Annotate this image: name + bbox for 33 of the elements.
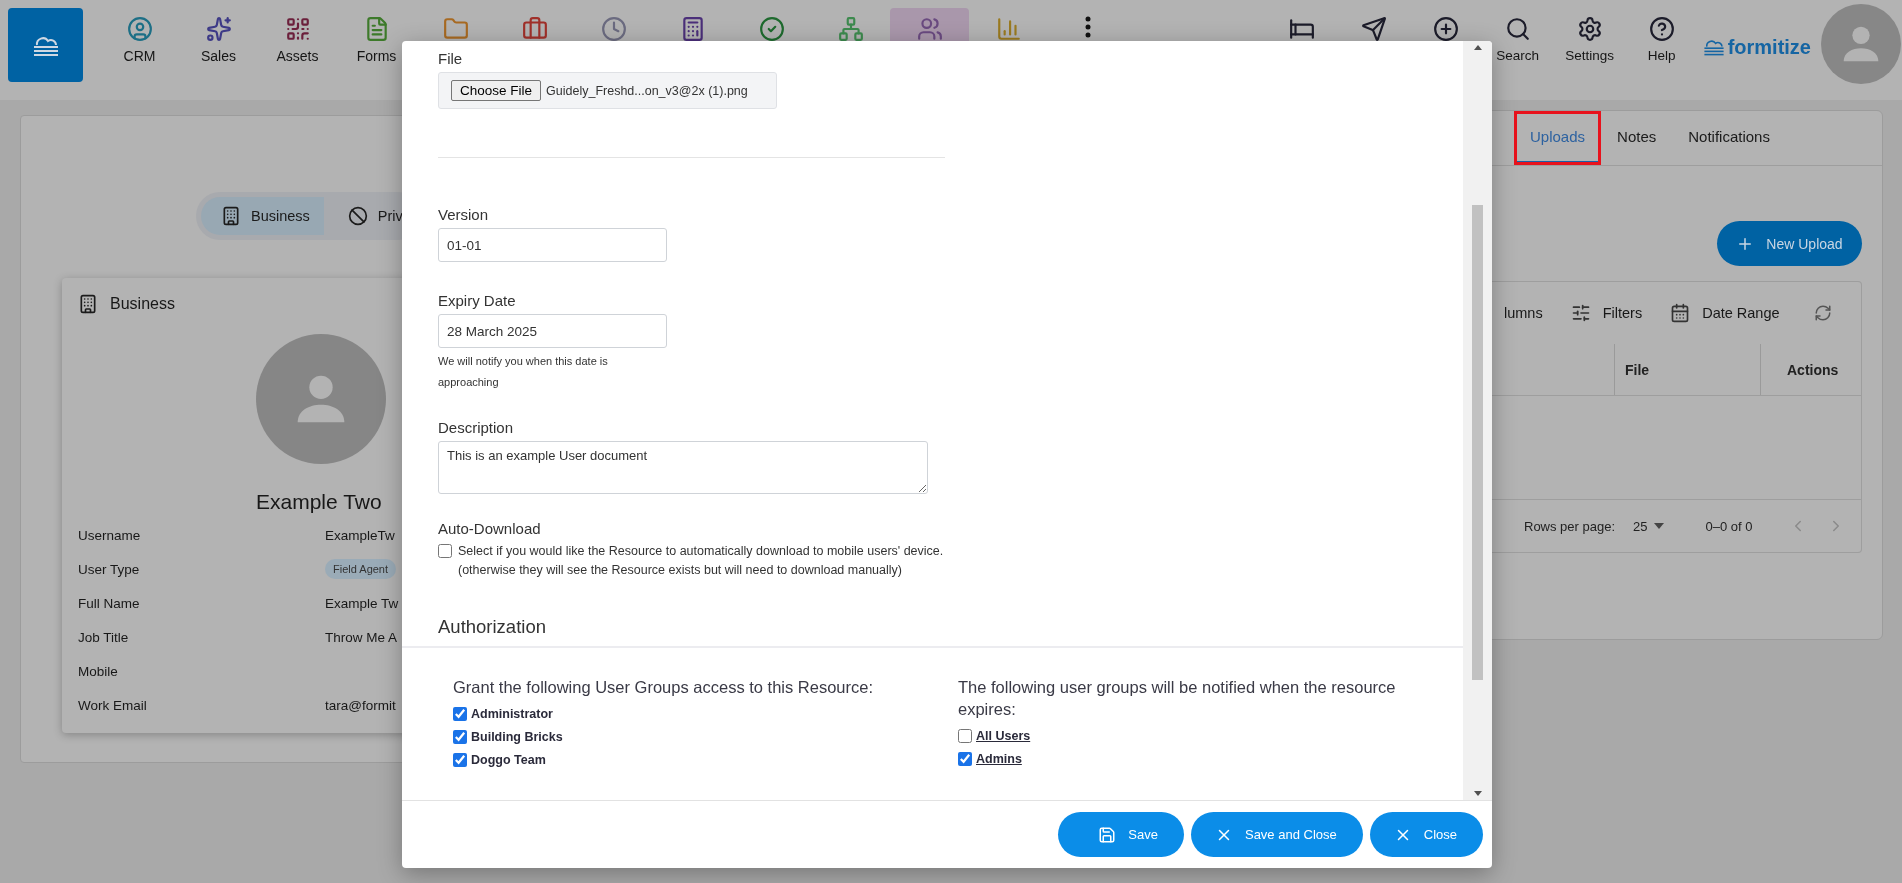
field-label: Description bbox=[438, 419, 515, 436]
field-label: Expiry Date bbox=[438, 292, 517, 309]
page-range: 0–0 of 0 bbox=[1705, 518, 1753, 534]
field-label: Auto-Download bbox=[438, 520, 542, 537]
help-text: We will notify you when this date is approaching bbox=[438, 354, 609, 390]
field-label: Full Name bbox=[78, 595, 141, 611]
column-header: File bbox=[1625, 361, 1650, 378]
field-label: Job Title bbox=[78, 629, 130, 645]
group-name: Building Bricks bbox=[471, 729, 563, 744]
brand-name: formitize bbox=[1727, 35, 1811, 59]
field-value: Example Tw bbox=[325, 595, 399, 611]
section-title: Authorization bbox=[438, 616, 547, 638]
rows-per-page-label: Rows per page: bbox=[1524, 518, 1616, 534]
card-title: Business bbox=[110, 295, 175, 313]
field-label: User Type bbox=[78, 561, 141, 577]
group-name: Administrator bbox=[471, 706, 553, 721]
field-label: File bbox=[438, 50, 464, 67]
section-heading: The following user groups will be notified when the resource expires: bbox=[958, 677, 1397, 720]
checkbox-label: Select if you would like the Resource to automatically download to mobile users' device. bbox=[458, 543, 944, 560]
file-name: Guidely_Freshd...on_v3@2x (1).png bbox=[546, 83, 748, 98]
field-value: tara@formit bbox=[325, 697, 396, 713]
field-label: Username bbox=[78, 527, 142, 543]
section-heading: Grant the following User Groups access to this Resource: bbox=[453, 677, 875, 698]
column-header: Actions bbox=[1787, 361, 1839, 378]
group-name: Doggo Team bbox=[471, 752, 546, 767]
field-label: Mobile bbox=[78, 663, 119, 679]
field-value: Throw Me A bbox=[325, 629, 398, 645]
field-label: Version bbox=[438, 206, 490, 223]
field-label: Work Email bbox=[78, 697, 148, 713]
field-value: ExampleTw bbox=[325, 527, 395, 543]
profile-name: Example Two bbox=[256, 490, 382, 513]
checkbox-note: (otherwise they will see the Resource exists but will need to download manually) bbox=[458, 562, 903, 579]
user-type-tag: Field Agent bbox=[325, 559, 397, 579]
